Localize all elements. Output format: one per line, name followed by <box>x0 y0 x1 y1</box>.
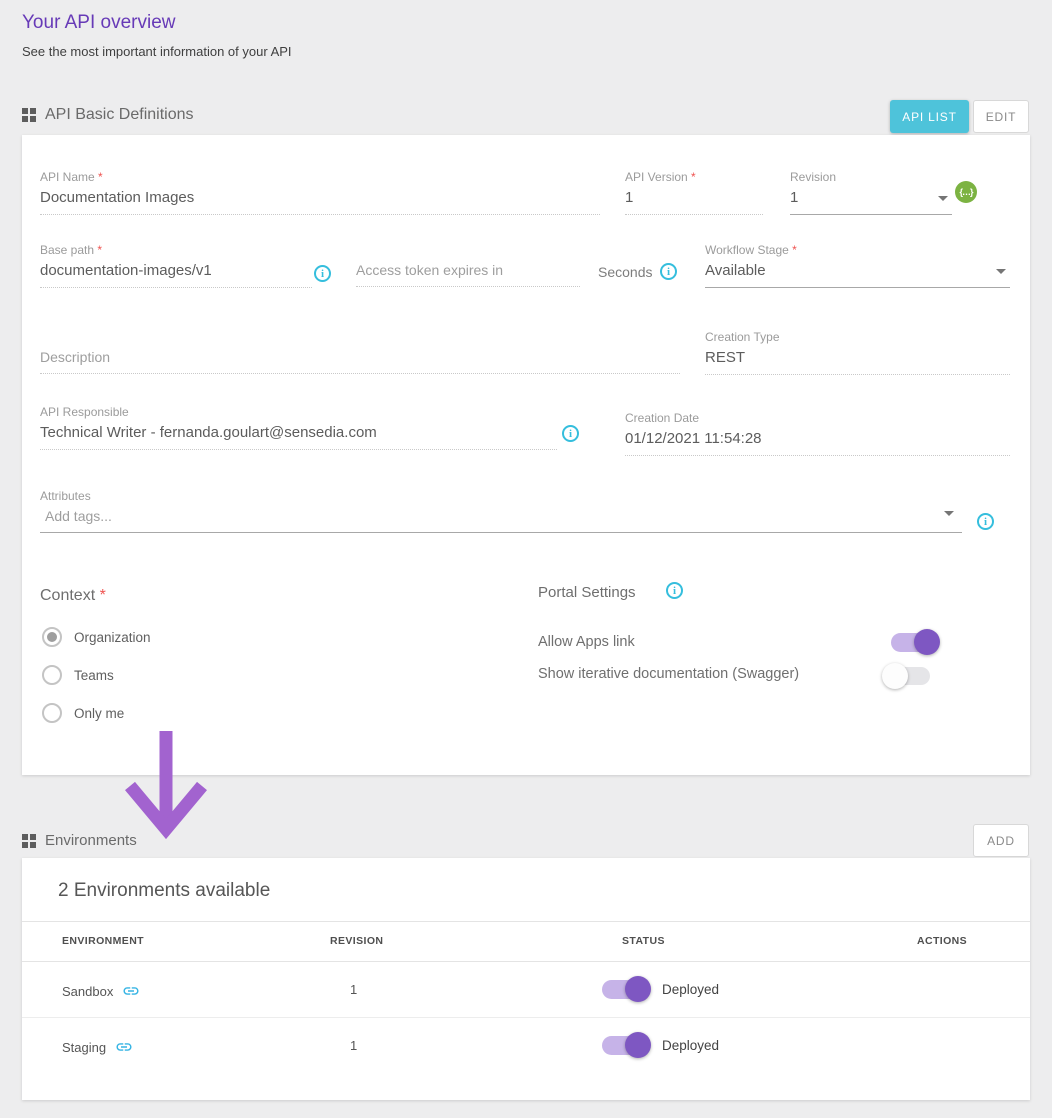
context-option-only-me[interactable]: Only me <box>42 703 124 723</box>
toggle-knob <box>882 663 908 689</box>
table-row-staging: Staging 1 Deployed <box>22 1018 1030 1074</box>
section-grid-icon <box>22 108 36 122</box>
api-list-button[interactable]: API LIST <box>890 100 969 133</box>
revision-value: 1 <box>350 982 357 997</box>
radio-label: Teams <box>74 668 114 683</box>
link-icon[interactable] <box>122 982 140 1000</box>
workflow-stage-field: Workflow Stage * Available <box>705 243 1010 288</box>
show-swagger-toggle[interactable] <box>886 667 930 685</box>
revision-value: 1 <box>350 1038 357 1053</box>
attributes-tags-input[interactable]: Add tags... <box>40 508 962 533</box>
allow-apps-link-label: Allow Apps link <box>538 634 635 650</box>
environments-table-header: ENVIRONMENT REVISION STATUS ACTIONS <box>22 922 1030 962</box>
portal-settings-info-icon[interactable] <box>666 582 683 599</box>
radio-selected-icon[interactable] <box>42 627 62 647</box>
api-responsible-info-icon[interactable] <box>562 425 579 442</box>
api-contract-icon[interactable] <box>955 181 977 203</box>
radio-label: Organization <box>74 630 151 645</box>
required-asterisk: * <box>792 243 797 257</box>
column-header-status: STATUS <box>622 935 665 947</box>
required-asterisk: * <box>100 587 106 604</box>
required-asterisk: * <box>691 170 696 184</box>
revision-label: Revision <box>790 170 952 185</box>
attributes-label: Attributes <box>40 489 962 504</box>
toggle-knob <box>914 629 940 655</box>
api-responsible-input[interactable]: Technical Writer - fernanda.goulart@sens… <box>40 424 557 450</box>
revision-select[interactable]: 1 <box>790 189 952 215</box>
section-grid-icon <box>22 834 36 848</box>
api-name-input[interactable]: Documentation Images <box>40 189 600 215</box>
toggle-knob <box>625 976 651 1002</box>
page-subtitle: See the most important information of yo… <box>22 44 292 59</box>
radio-label: Only me <box>74 706 124 721</box>
radio-icon[interactable] <box>42 703 62 723</box>
api-version-field: API Version * 1 <box>625 170 763 215</box>
link-icon[interactable] <box>115 1038 133 1056</box>
base-path-label: Base path <box>40 243 94 257</box>
creation-type-field: Creation Type REST <box>705 330 1010 375</box>
status-badge: Deployed <box>662 1038 719 1053</box>
api-overview-page: Your API overview See the most important… <box>0 0 1052 1118</box>
basic-definitions-section-header: API Basic Definitions <box>22 106 194 124</box>
context-title: Context * <box>40 587 106 605</box>
api-version-input[interactable]: 1 <box>625 189 763 215</box>
deploy-toggle[interactable] <box>602 1036 648 1055</box>
radio-icon[interactable] <box>42 665 62 685</box>
base-path-field: Base path * documentation-images/v1 <box>40 243 312 288</box>
add-environment-button[interactable]: ADD <box>973 824 1029 857</box>
column-header-revision: REVISION <box>330 935 383 947</box>
chevron-down-icon <box>996 269 1006 274</box>
creation-date-value: 01/12/2021 11:54:28 <box>625 430 1010 456</box>
context-option-teams[interactable]: Teams <box>42 665 114 685</box>
description-input[interactable]: Description <box>40 349 680 374</box>
workflow-stage-label: Workflow Stage <box>705 243 789 257</box>
revision-field: Revision 1 <box>790 170 952 215</box>
chevron-down-icon <box>938 196 948 201</box>
base-path-input[interactable]: documentation-images/v1 <box>40 262 312 288</box>
basic-definitions-card: API Name * Documentation Images API Vers… <box>22 135 1030 775</box>
creation-date-label: Creation Date <box>625 411 1010 426</box>
section-title: API Basic Definitions <box>45 106 194 124</box>
required-asterisk: * <box>97 243 102 257</box>
table-row-sandbox: Sandbox 1 Deployed <box>22 962 1030 1018</box>
chevron-down-icon <box>944 511 954 516</box>
api-name-label: API Name <box>40 170 95 184</box>
api-name-field: API Name * Documentation Images <box>40 170 600 215</box>
status-badge: Deployed <box>662 982 719 997</box>
toggle-knob <box>625 1032 651 1058</box>
edit-button[interactable]: EDIT <box>973 100 1029 133</box>
page-title: Your API overview <box>22 12 176 34</box>
access-token-unit-label: Seconds <box>598 264 652 280</box>
column-header-actions: ACTIONS <box>917 935 967 947</box>
base-path-info-icon[interactable] <box>314 265 331 282</box>
required-asterisk: * <box>98 170 103 184</box>
workflow-stage-select[interactable]: Available <box>705 262 1010 288</box>
deploy-toggle[interactable] <box>602 980 648 999</box>
attributes-info-icon[interactable] <box>977 513 994 530</box>
show-swagger-label: Show iterative documentation (Swagger) <box>538 666 799 682</box>
api-responsible-field: API Responsible Technical Writer - ferna… <box>40 405 557 450</box>
access-token-field: Access token expires in <box>356 243 580 287</box>
attributes-field: Attributes Add tags... <box>40 489 962 533</box>
environment-name: Sandbox <box>62 984 113 999</box>
environment-name: Staging <box>62 1040 106 1055</box>
creation-type-label: Creation Type <box>705 330 1010 345</box>
column-header-environment: ENVIRONMENT <box>62 935 144 947</box>
creation-type-value: REST <box>705 349 1010 375</box>
api-version-label: API Version <box>625 170 688 184</box>
down-arrow-annotation <box>125 727 211 839</box>
access-token-input[interactable]: Access token expires in <box>356 262 580 287</box>
access-token-info-icon[interactable] <box>660 263 677 280</box>
environments-card: 2 Environments available ENVIRONMENT REV… <box>22 858 1030 1100</box>
api-responsible-label: API Responsible <box>40 405 557 420</box>
environments-summary: 2 Environments available <box>58 880 270 902</box>
section-title: Environments <box>45 832 137 849</box>
allow-apps-link-toggle[interactable] <box>891 633 937 652</box>
description-field: Description <box>40 330 680 374</box>
context-option-organization[interactable]: Organization <box>42 627 151 647</box>
creation-date-field: Creation Date 01/12/2021 11:54:28 <box>625 411 1010 456</box>
portal-settings-title: Portal Settings <box>538 584 636 601</box>
environments-section-header: Environments <box>22 832 137 849</box>
